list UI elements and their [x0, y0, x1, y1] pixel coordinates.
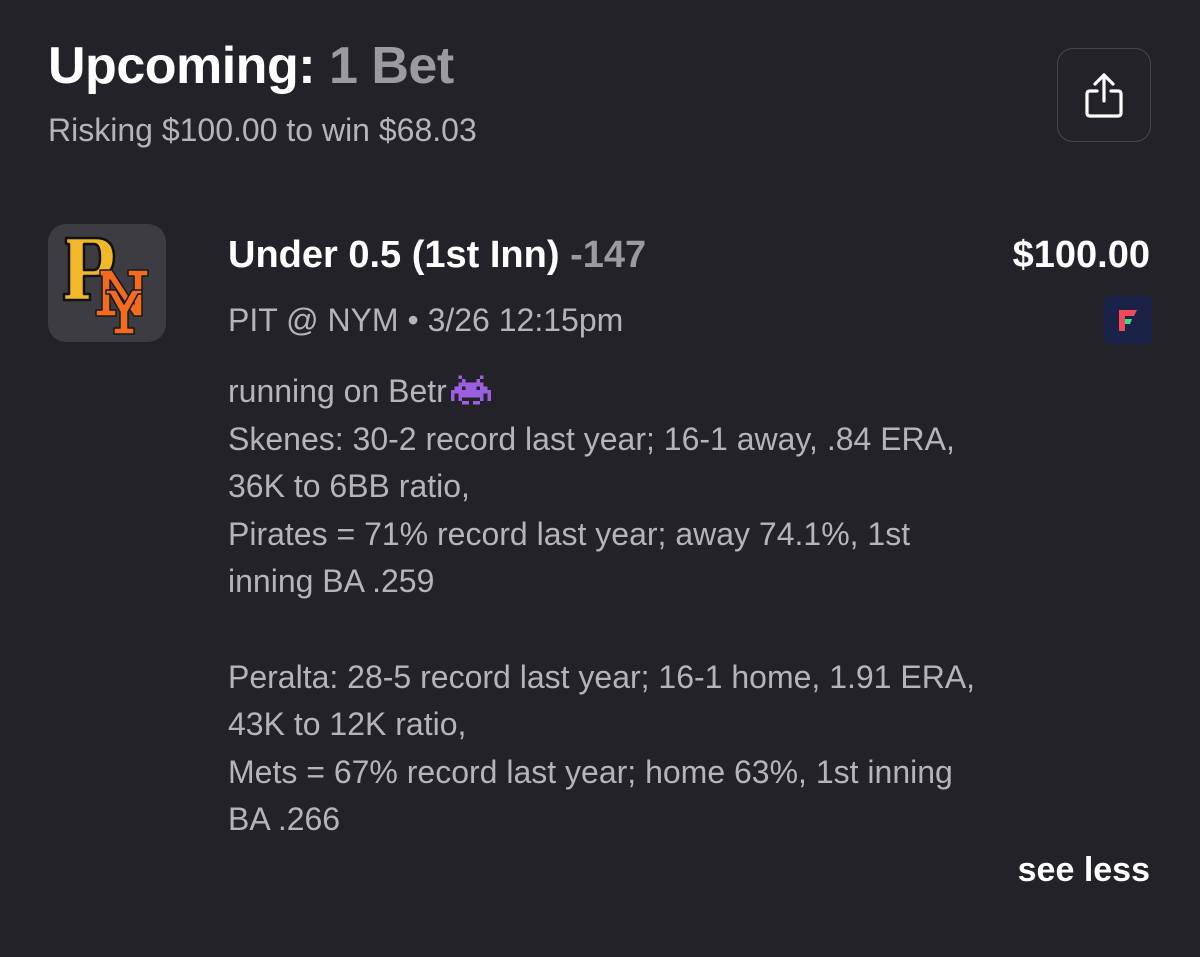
bet-notes: running on Betr Skenes: 30-2 record last…: [228, 368, 1158, 844]
bet-title: Under 0.5 (1st Inn) -147: [228, 232, 646, 278]
notes-intro: running on Betr: [228, 373, 447, 409]
notes-line: 43K to 12K ratio,: [228, 706, 467, 743]
notes-intro-line: running on Betr: [228, 368, 1158, 416]
game-matchup: PIT @ NYM • 3/26 12:15pm: [228, 302, 624, 338]
fliff-icon: [1104, 296, 1152, 344]
mets-ny-icon: [95, 269, 149, 335]
bet-selection: Under 0.5 (1st Inn): [228, 234, 560, 276]
title-label: Upcoming:: [48, 37, 316, 95]
share-button[interactable]: [1057, 48, 1151, 142]
page-title: Upcoming: 1 Bet: [48, 36, 477, 96]
risk-summary: Risking $100.00 to win $68.03: [48, 112, 477, 148]
notes-line: 36K to 6BB ratio,: [228, 468, 470, 505]
see-less-link[interactable]: see less: [1018, 850, 1150, 890]
notes-line: Peralta: 28-5 record last year; 16-1 hom…: [228, 658, 976, 695]
notes-line: Pirates = 71% record last year; away 74.…: [228, 515, 911, 552]
bet-amount: $100.00: [1012, 234, 1150, 276]
notes-blank-line: [228, 606, 1158, 654]
notes-line: Mets = 67% record last year; home 63%, 1…: [228, 753, 953, 790]
space-invader-icon: [450, 372, 491, 420]
header: Upcoming: 1 Bet Risking $100.00 to win $…: [48, 36, 477, 150]
notes-line: Skenes: 30-2 record last year; 16-1 away…: [228, 420, 955, 457]
notes-line: inning BA .259: [228, 563, 435, 600]
bet-count: 1 Bet: [328, 37, 454, 95]
notes-line: BA .266: [228, 801, 341, 838]
bet-odds: -147: [570, 234, 647, 276]
share-icon: [1085, 73, 1123, 118]
pirates-mets-logo: [48, 224, 166, 342]
